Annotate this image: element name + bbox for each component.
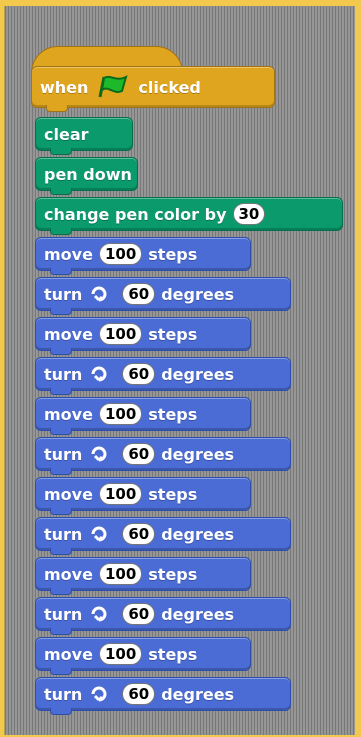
turn-unit-label: degrees [161,364,235,384]
turn-degrees-input[interactable]: 60 [122,523,156,545]
move-unit-label: steps [148,404,198,424]
move-block[interactable]: move 100 steps [35,477,251,515]
pen-down-label: pen down [44,164,132,184]
rotate-clockwise-icon [90,445,108,463]
move-block[interactable]: move 100 steps [35,237,251,275]
when-flag-clicked-block[interactable]: when clicked [31,66,275,112]
move-steps-input[interactable]: 100 [98,323,143,345]
move-steps-input[interactable]: 100 [98,243,143,265]
turn-degrees-input[interactable]: 60 [122,683,156,705]
move-notch [50,268,72,275]
move-notch [50,508,72,515]
move-unit-label: steps [148,564,198,584]
move-notch [50,588,72,595]
turn-notch [50,708,72,715]
turn-notch [50,548,72,555]
scripts-area: when clicked clear pen down change pen c… [4,6,355,735]
move-label: move [44,404,93,424]
move-block[interactable]: move 100 steps [35,317,251,355]
turn-unit-label: degrees [161,524,235,544]
turn-label: turn [44,364,83,384]
turn-label: turn [44,524,83,544]
move-block[interactable]: move 100 steps [35,397,251,435]
turn-label: turn [44,444,83,464]
pen-down-notch [50,188,72,195]
rotate-clockwise-icon [90,525,108,543]
turn-unit-label: degrees [161,444,235,464]
turn-degrees-input[interactable]: 60 [122,443,156,465]
turn-unit-label: degrees [161,684,235,704]
turn-label: turn [44,284,83,304]
move-unit-label: steps [148,484,198,504]
turn-unit-label: degrees [161,284,235,304]
change-pen-color-notch [50,228,72,235]
move-label: move [44,564,93,584]
change-pen-color-label: change pen color by [44,204,227,224]
turn-block[interactable]: turn 60 degrees [35,357,291,395]
turn-notch [50,388,72,395]
pen-color-value-input[interactable]: 30 [232,203,266,225]
turn-block[interactable]: turn 60 degrees [35,597,291,635]
pen-down-block[interactable]: pen down [35,157,138,195]
turn-notch [50,468,72,475]
turn-degrees-input[interactable]: 60 [122,363,156,385]
move-notch [50,668,72,675]
turn-block[interactable]: turn 60 degrees [35,437,291,475]
move-steps-input[interactable]: 100 [98,483,143,505]
move-unit-label: steps [148,644,198,664]
change-pen-color-block[interactable]: change pen color by 30 [35,197,343,235]
hat-notch [46,105,68,112]
move-block[interactable]: move 100 steps [35,557,251,595]
rotate-clockwise-icon [90,685,108,703]
move-unit-label: steps [148,324,198,344]
turn-degrees-input[interactable]: 60 [122,603,156,625]
move-label: move [44,644,93,664]
rotate-clockwise-icon [90,605,108,623]
move-notch [50,428,72,435]
turn-block[interactable]: turn 60 degrees [35,277,291,315]
move-steps-input[interactable]: 100 [98,643,143,665]
clear-label: clear [44,124,89,144]
turn-unit-label: degrees [161,604,235,624]
move-label: move [44,324,93,344]
clear-block[interactable]: clear [35,117,133,155]
turn-block[interactable]: turn 60 degrees [35,517,291,555]
move-unit-label: steps [148,244,198,264]
turn-notch [50,628,72,635]
green-flag-icon [96,75,130,99]
rotate-clockwise-icon [90,365,108,383]
move-block[interactable]: move 100 steps [35,637,251,675]
turn-degrees-input[interactable]: 60 [122,283,156,305]
move-notch [50,348,72,355]
move-steps-input[interactable]: 100 [98,563,143,585]
move-label: move [44,484,93,504]
turn-block[interactable]: turn 60 degrees [35,677,291,715]
rotate-clockwise-icon [90,285,108,303]
turn-notch [50,308,72,315]
move-label: move [44,244,93,264]
hat-clicked-label: clicked [138,77,201,97]
hat-when-label: when [40,77,89,97]
turn-label: turn [44,684,83,704]
turn-label: turn [44,604,83,624]
clear-notch [50,148,72,155]
move-steps-input[interactable]: 100 [98,403,143,425]
